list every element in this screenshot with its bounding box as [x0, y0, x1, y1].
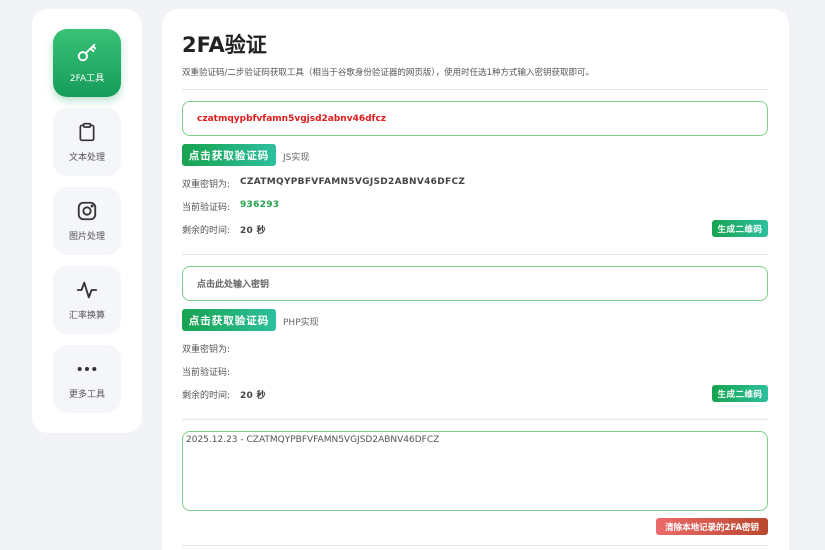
clear-history-button[interactable]: 清除本地记录的2FA密钥 — [656, 518, 768, 535]
js-get-code-button[interactable]: 点击获取验证码 — [182, 144, 276, 166]
clipboard-icon — [76, 121, 98, 143]
secret-value: CZATMQYPBFVFAMN5VGJSD2ABNV46DFCZ — [240, 177, 466, 187]
sidebar-item-exchange-rate[interactable]: 汇率换算 — [53, 266, 121, 334]
secret-label: 双重密钥为: — [182, 180, 231, 190]
sidebar-item-image-processing[interactable]: 图片处理 — [53, 187, 121, 255]
sidebar-item-label: 2FA工具 — [69, 74, 105, 84]
php-key-input[interactable]: 点击此处输入密钥 — [182, 266, 768, 301]
sidebar: 2FA工具 文本处理 图片处理 汇率换算 更多工具 — [32, 9, 142, 433]
php-code-row: 当前验证码: — [182, 365, 240, 378]
main-panel: 2FA验证 双重验证码/二步验证码获取工具（相当于谷歌身份验证器的网页版），使用… — [162, 9, 789, 550]
divider — [182, 545, 768, 546]
time-value: 20 秒 — [240, 226, 266, 236]
js-secret-row: 双重密钥为: CZATMQYPBFVFAMN5VGJSD2ABNV46DFCZ — [182, 177, 465, 190]
code-value: 936293 — [240, 200, 280, 210]
sidebar-item-2fa-tools[interactable]: 2FA工具 — [53, 29, 121, 97]
sidebar-item-label: 文本处理 — [68, 153, 105, 163]
js-qr-button[interactable]: 生成二维码 — [712, 220, 768, 237]
php-secret-row: 双重密钥为: — [182, 342, 240, 355]
divider — [182, 89, 768, 90]
js-code-row: 当前验证码: 936293 — [182, 200, 279, 213]
more-icon — [76, 358, 98, 380]
code-label: 当前验证码: — [182, 203, 231, 213]
key-icon — [76, 42, 98, 64]
php-impl-label: PHP实现 — [283, 318, 319, 328]
code-label: 当前验证码: — [182, 368, 231, 378]
page-title: 2FA验证 — [182, 33, 267, 57]
php-get-code-button[interactable]: 点击获取验证码 — [182, 309, 276, 331]
secret-label: 双重密钥为: — [182, 345, 231, 355]
sidebar-item-label: 图片处理 — [68, 232, 105, 242]
time-value: 20 秒 — [240, 391, 266, 401]
time-label: 剩余的时间: — [182, 391, 231, 401]
js-impl-label: JS实现 — [283, 153, 310, 163]
page-subtitle: 双重验证码/二步验证码获取工具（相当于谷歌身份验证器的网页版），使用时任选1种方… — [182, 68, 595, 78]
divider — [182, 254, 768, 255]
divider — [182, 419, 768, 420]
instagram-icon — [76, 200, 98, 222]
time-label: 剩余的时间: — [182, 226, 231, 236]
php-qr-button[interactable]: 生成二维码 — [712, 385, 768, 402]
js-time-row: 剩余的时间: 20 秒 — [182, 223, 266, 236]
js-key-input[interactable]: czatmqypbfvfamn5vgjsd2abnv46dfcz — [182, 101, 768, 136]
sidebar-item-more-tools[interactable]: 更多工具 — [53, 345, 121, 413]
pulse-icon — [76, 279, 98, 301]
php-time-row: 剩余的时间: 20 秒 — [182, 388, 266, 401]
sidebar-item-label: 更多工具 — [68, 390, 105, 400]
history-textarea[interactable]: 2025.12.23 - CZATMQYPBFVFAMN5VGJSD2ABNV4… — [182, 431, 768, 511]
sidebar-item-text-processing[interactable]: 文本处理 — [53, 108, 121, 176]
sidebar-item-label: 汇率换算 — [68, 311, 105, 321]
